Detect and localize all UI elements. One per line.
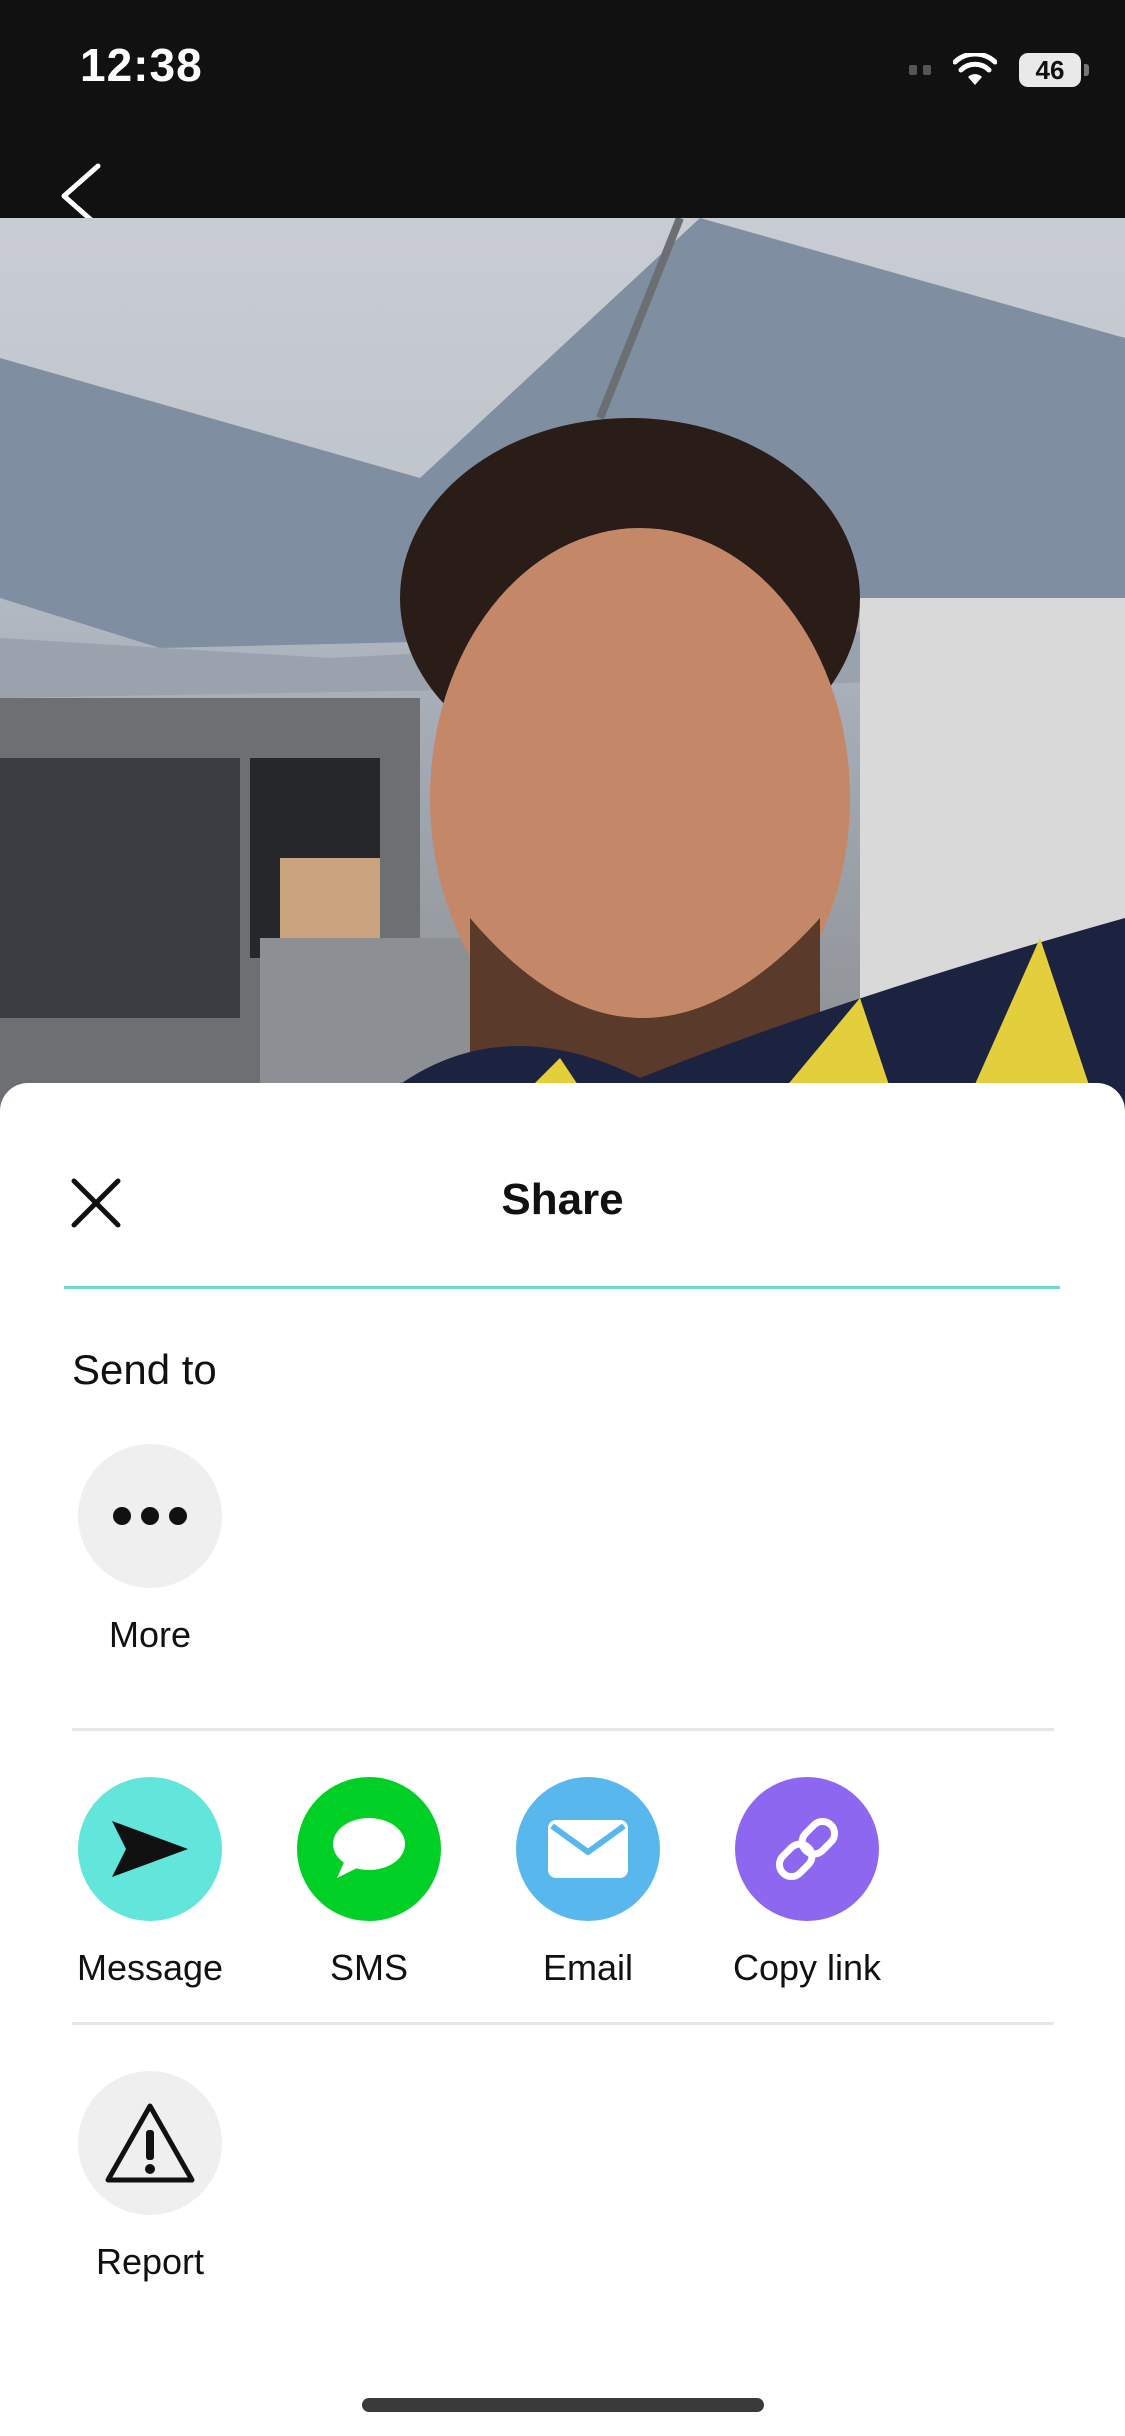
copy-link-label: Copy link: [732, 1947, 882, 1988]
envelope-icon: [516, 1777, 660, 1921]
wifi-icon: [953, 53, 997, 85]
copy-link-button[interactable]: Copy link: [707, 1777, 907, 1989]
warning-icon: [78, 2071, 222, 2215]
video-frame: [0, 218, 1125, 1118]
email-label: Email: [542, 1947, 634, 1988]
email-button[interactable]: Email: [488, 1777, 688, 1989]
more-label: More: [108, 1614, 192, 1655]
sms-button[interactable]: SMS: [269, 1777, 469, 1989]
home-indicator: [362, 2398, 764, 2412]
report-button[interactable]: Report: [50, 2071, 250, 2283]
divider: [72, 2022, 1054, 2025]
title-divider: [64, 1286, 1060, 1289]
message-label: Message: [76, 1947, 224, 1988]
share-sheet: Share Send to More Message SMS Email Cop…: [0, 1083, 1125, 2436]
battery-icon: 46: [1019, 53, 1089, 87]
cellular-signal-icon: [909, 65, 931, 75]
status-time: 12:38: [80, 39, 203, 91]
status-icons: 46: [909, 48, 1089, 92]
link-icon: [735, 1777, 879, 1921]
divider: [72, 1728, 1054, 1731]
sheet-title: Share: [501, 1175, 624, 1224]
sms-label: SMS: [329, 1947, 408, 1988]
more-dots-icon: [78, 1444, 222, 1588]
send-arrow-icon: [78, 1777, 222, 1921]
send-to-label: Send to: [72, 1346, 217, 1393]
speech-bubble-icon: [297, 1777, 441, 1921]
more-button[interactable]: More: [50, 1444, 250, 1656]
message-button[interactable]: Message: [50, 1777, 250, 1989]
top-bar: 12:38 46: [0, 0, 1125, 229]
report-label: Report: [95, 2241, 205, 2282]
